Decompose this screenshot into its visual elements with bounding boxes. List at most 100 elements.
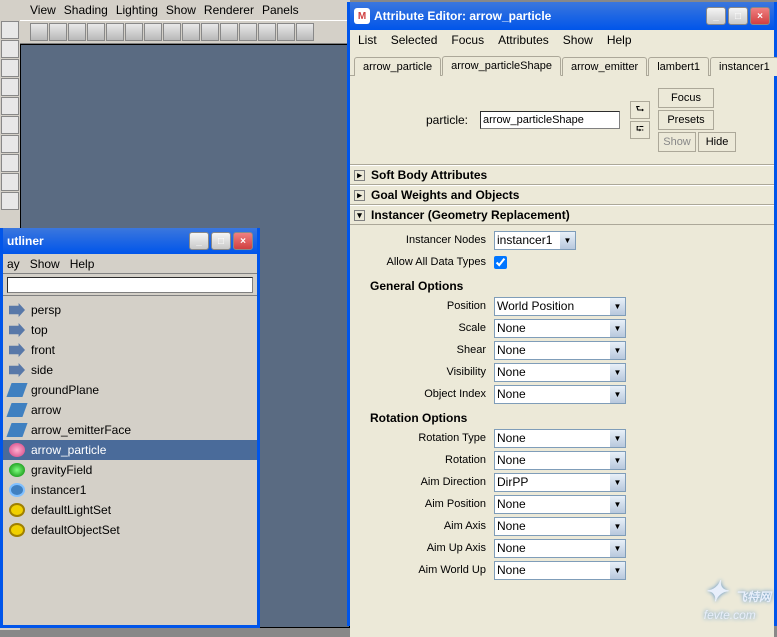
vp-menu-shading[interactable]: Shading — [64, 3, 108, 17]
outliner-menu-show[interactable]: Show — [30, 257, 60, 271]
section-goal-weights[interactable]: ▸ Goal Weights and Objects — [350, 185, 774, 205]
shelf-button[interactable] — [68, 23, 86, 41]
presets-button[interactable]: Presets — [658, 110, 714, 130]
outliner-item[interactable]: side — [3, 360, 257, 380]
general-row: Visibility None▼ — [350, 361, 774, 383]
shelf-button[interactable] — [182, 23, 200, 41]
outliner-filter-input[interactable] — [7, 277, 253, 293]
outliner-item[interactable]: groundPlane — [3, 380, 257, 400]
focus-button[interactable]: Focus — [658, 88, 714, 108]
ae-menu-focus[interactable]: Focus — [451, 33, 484, 47]
shelf-button[interactable] — [49, 23, 67, 41]
vp-menu-view[interactable]: View — [30, 3, 56, 17]
minimize-button[interactable]: _ — [706, 7, 726, 25]
shelf-button[interactable] — [258, 23, 276, 41]
attr-select[interactable]: None▼ — [494, 495, 626, 514]
outliner-item[interactable]: front — [3, 340, 257, 360]
minimize-button[interactable]: _ — [189, 232, 209, 250]
attr-select[interactable]: DirPP▼ — [494, 473, 626, 492]
outliner-menu-display[interactable]: ay — [7, 257, 20, 271]
shelf-button[interactable] — [125, 23, 143, 41]
maximize-button[interactable]: □ — [211, 232, 231, 250]
ae-menu-list[interactable]: List — [358, 33, 377, 47]
attr-label: Shear — [350, 344, 486, 356]
shelf-button[interactable] — [144, 23, 162, 41]
tool-icon[interactable] — [1, 154, 19, 172]
attr-select[interactable]: None▼ — [494, 341, 626, 360]
outliner-menu-help[interactable]: Help — [70, 257, 95, 271]
tool-icon[interactable] — [1, 135, 19, 153]
ae-tab-arrow-particle-shape[interactable]: arrow_particleShape — [442, 56, 561, 76]
tool-icon[interactable] — [1, 173, 19, 191]
attr-label: Rotation — [350, 454, 486, 466]
attr-select[interactable]: None▼ — [494, 385, 626, 404]
tool-icon[interactable] — [1, 40, 19, 58]
vp-menu-panels[interactable]: Panels — [262, 3, 299, 17]
shelf-button[interactable] — [201, 23, 219, 41]
tool-icon[interactable] — [1, 116, 19, 134]
hide-button[interactable]: Hide — [698, 132, 736, 152]
outliner-item[interactable]: arrow — [3, 400, 257, 420]
instancer-nodes-select[interactable]: instancer1▼ — [494, 231, 576, 250]
show-button[interactable]: Show — [658, 132, 696, 152]
outliner-item[interactable]: persp — [3, 300, 257, 320]
outliner-item[interactable]: arrow_emitterFace — [3, 420, 257, 440]
vp-menu-show[interactable]: Show — [166, 3, 196, 17]
ae-titlebar[interactable]: M Attribute Editor: arrow_particle _ □ × — [350, 2, 774, 30]
outliner-item[interactable]: top — [3, 320, 257, 340]
ae-tab-instancer1[interactable]: instancer1 — [710, 57, 777, 76]
outliner-titlebar[interactable]: utliner _ □ × — [3, 228, 257, 254]
shelf-button[interactable] — [296, 23, 314, 41]
attr-select[interactable]: None▼ — [494, 451, 626, 470]
attr-select[interactable]: None▼ — [494, 319, 626, 338]
attr-select[interactable]: World Position▼ — [494, 297, 626, 316]
vp-menu-lighting[interactable]: Lighting — [116, 3, 158, 17]
ae-tab-lambert1[interactable]: lambert1 — [648, 57, 709, 76]
outliner-item[interactable]: instancer1 — [3, 480, 257, 500]
ae-menu-help[interactable]: Help — [607, 33, 632, 47]
mesh-icon — [6, 383, 27, 397]
tool-icon[interactable] — [1, 192, 19, 210]
tool-icon[interactable] — [1, 59, 19, 77]
ae-menu-show[interactable]: Show — [563, 33, 593, 47]
outliner-item[interactable]: defaultObjectSet — [3, 520, 257, 540]
shelf-button[interactable] — [163, 23, 181, 41]
ae-menu-selected[interactable]: Selected — [391, 33, 438, 47]
shelf-button[interactable] — [30, 23, 48, 41]
maximize-button[interactable]: □ — [728, 7, 748, 25]
attr-select[interactable]: None▼ — [494, 429, 626, 448]
ae-body[interactable]: ▸ Soft Body Attributes ▸ Goal Weights an… — [350, 165, 774, 637]
outliner-item[interactable]: arrow_particle — [3, 440, 257, 460]
outliner-item-label: arrow — [31, 403, 61, 417]
shelf-button[interactable] — [220, 23, 238, 41]
node-type-label: particle: — [358, 113, 468, 127]
close-button[interactable]: × — [750, 7, 770, 25]
close-button[interactable]: × — [233, 232, 253, 250]
allow-all-checkbox[interactable] — [494, 256, 507, 269]
go-to-input-icon[interactable]: ⮑ — [630, 101, 650, 119]
node-name-input[interactable] — [480, 111, 620, 129]
go-to-output-icon[interactable]: ⮓ — [630, 121, 650, 139]
tool-icon[interactable] — [1, 78, 19, 96]
tool-icon[interactable] — [1, 21, 19, 39]
outliner-item[interactable]: defaultLightSet — [3, 500, 257, 520]
shelf-button[interactable] — [87, 23, 105, 41]
section-instancer[interactable]: ▾ Instancer (Geometry Replacement) — [350, 205, 774, 225]
attr-select[interactable]: None▼ — [494, 539, 626, 558]
section-soft-body[interactable]: ▸ Soft Body Attributes — [350, 165, 774, 185]
shelf-button[interactable] — [277, 23, 295, 41]
shelf-button[interactable] — [239, 23, 257, 41]
chevron-down-icon: ▼ — [610, 452, 625, 469]
shelf-button[interactable] — [106, 23, 124, 41]
outliner-item[interactable]: gravityField — [3, 460, 257, 480]
chevron-down-icon: ▼ — [610, 474, 625, 491]
ae-menu-attributes[interactable]: Attributes — [498, 33, 549, 47]
attr-select[interactable]: None▼ — [494, 517, 626, 536]
rotation-row: Aim World Up None▼ — [350, 559, 774, 581]
attr-select[interactable]: None▼ — [494, 363, 626, 382]
vp-menu-renderer[interactable]: Renderer — [204, 3, 254, 17]
ae-tab-arrow-emitter[interactable]: arrow_emitter — [562, 57, 647, 76]
tool-icon[interactable] — [1, 97, 19, 115]
ae-tab-arrow-particle[interactable]: arrow_particle — [354, 57, 441, 76]
attr-select[interactable]: None▼ — [494, 561, 626, 580]
